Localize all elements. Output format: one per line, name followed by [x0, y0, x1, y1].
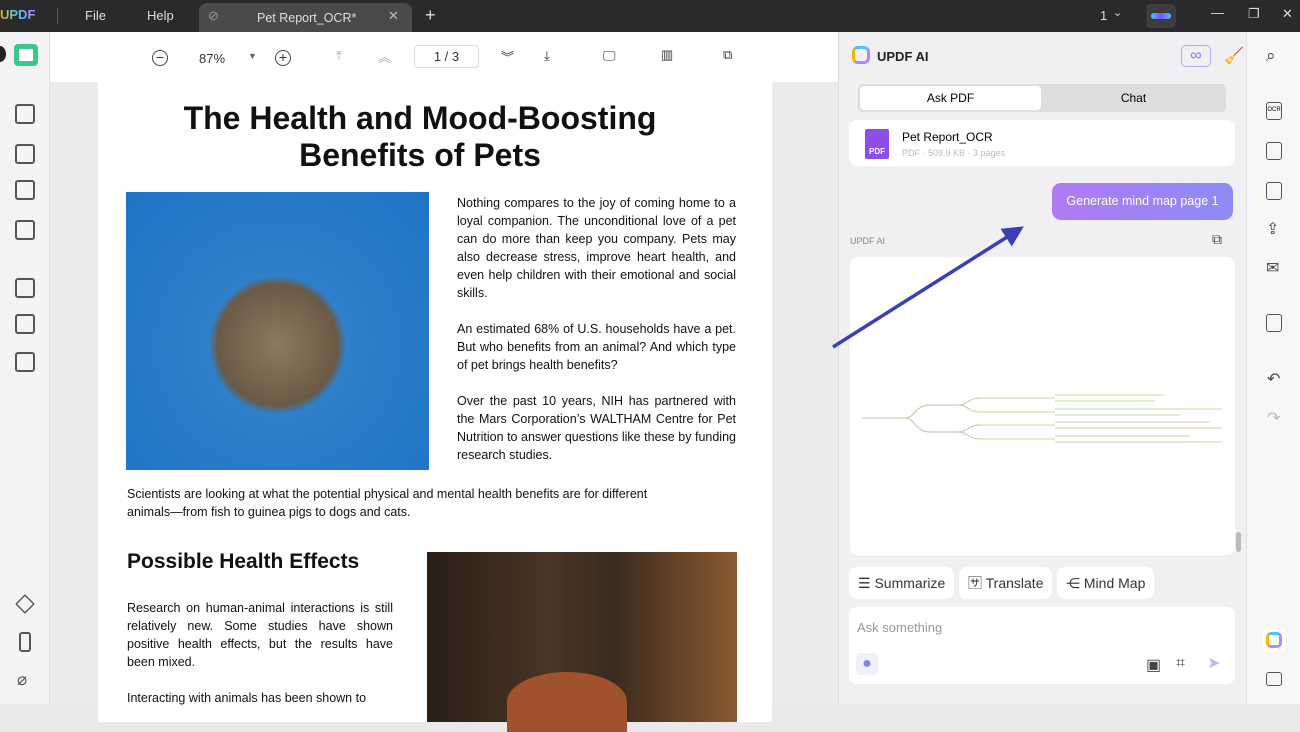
email-icon[interactable]: ✉ — [1266, 258, 1279, 278]
undo-icon[interactable]: ↶ — [1267, 369, 1280, 389]
comment-icon[interactable] — [1266, 672, 1282, 686]
protect-icon[interactable] — [1266, 182, 1282, 200]
redo-icon[interactable]: ↷ — [1267, 408, 1280, 428]
search-icon[interactable]: ⌕ — [1266, 46, 1276, 66]
right-tool-sidebar: ⌕ OCR ⇪ ✉ ↶ ↷ — [1246, 32, 1300, 704]
ocr-icon[interactable]: OCR — [1266, 102, 1282, 120]
convert-pdf-icon[interactable] — [1266, 142, 1282, 160]
updf-ai-toggle-icon[interactable] — [1266, 632, 1282, 648]
share-icon[interactable]: ⇪ — [1266, 219, 1279, 239]
save-icon[interactable] — [1266, 314, 1282, 332]
annotation-arrow — [832, 226, 1024, 349]
